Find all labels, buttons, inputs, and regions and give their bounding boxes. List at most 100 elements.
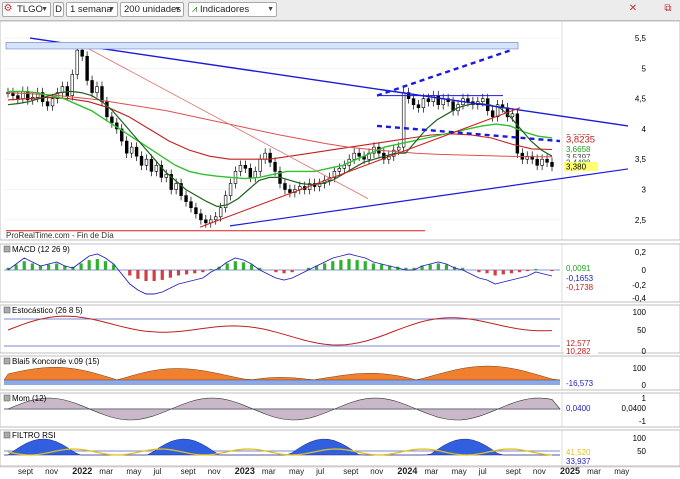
candle-body [510,113,515,118]
x-tick-label: mar [587,467,601,476]
candle-body [134,146,139,157]
x-tick-label: jul [315,467,324,476]
y-tick-label: 4,5 [635,95,647,104]
candle-body [50,98,55,107]
candle-body [243,164,248,169]
candle-body [124,140,129,154]
candle-body [75,49,79,75]
panel-swatch [3,394,11,402]
x-tick-label: 2022 [72,466,92,476]
value-tag: -0,1738 [566,283,594,292]
macd-bar [241,262,246,270]
value-tag: 0,0091 [566,264,591,273]
candle-body [288,189,292,193]
macd-bar [55,263,59,270]
candle-body [45,101,50,107]
macd-bar [30,263,34,270]
x-tick-label: sept [343,467,359,476]
macd-bar [46,264,51,270]
candle-body [100,86,104,102]
x-tick-label: sept [18,467,34,476]
y-tick-label: 100 [633,308,647,317]
candle-body [110,116,114,124]
candle-body [228,183,233,196]
panel-title: Blai5 Koncorde v.09 (15) [12,357,100,366]
x-tick-label: mar [262,467,276,476]
x-tick-label: mar [425,467,439,476]
candle-body [164,174,168,178]
macd-bar [534,268,538,270]
candle-body [129,146,134,154]
candle-body [263,152,267,160]
macd-bar [290,270,294,273]
candle-body [90,80,94,93]
candle-body [70,74,74,96]
macd-bar [363,261,367,270]
y-tick-label: 50 [637,326,646,335]
x-tick-label: nov [45,467,58,476]
x-tick-label: nov [533,467,546,476]
macd-bar [379,264,384,270]
candle-body [189,201,193,209]
candle-body [149,158,154,172]
panel-swatch [3,431,11,439]
candle-body [65,86,70,96]
macd-bar [526,270,530,272]
value-tag: 0,0400 [566,404,591,413]
macd-bar [225,263,229,270]
y-tick-label: 5,5 [635,34,647,43]
y-tick-label: 0 [642,266,647,275]
x-tick-label: nov [208,467,221,476]
macd-bar [501,270,505,275]
macd-bar [128,270,132,276]
x-tick-label: mar [99,467,113,476]
candle-body [466,98,470,102]
macd-bar [428,264,432,270]
macd-bar [176,270,181,276]
macd-bar [79,263,83,270]
macd-bar [477,270,481,273]
macd-bar [282,270,286,274]
macd-bar [193,270,197,274]
panel-title: Mom (12) [12,394,47,403]
y-tick-label: 3,5 [635,155,647,164]
candle-body [540,158,544,166]
y-tick-label: 2,5 [635,216,647,225]
candle-body [204,219,208,224]
x-tick-label: may [126,467,141,476]
x-tick-label: 2025 [560,466,580,476]
x-tick-label: may [614,467,629,476]
y-tick-label: 3 [642,186,647,195]
candle-body [416,104,421,109]
x-tick-label: may [452,467,467,476]
macd-bar [209,268,213,270]
y-tick-label: 0 [642,381,647,390]
value-tag: 41,520 [566,448,591,457]
macd-bar [95,259,99,270]
value-tag: -16,573 [566,379,594,388]
y-tick-label: 0,0400 [622,404,647,413]
candle-body [174,183,178,190]
panel-swatch [3,357,11,365]
candle-body [85,55,89,81]
x-tick-label: jul [478,467,487,476]
macd-bar [87,260,91,270]
y-tick-label: -0,4 [632,294,646,303]
candle-body [80,49,84,57]
y-tick-label: 50 [637,447,646,456]
macd-bar [144,270,148,281]
macd-bar [201,270,205,273]
chart-canvas: 2,533,544,555,53,86853,82353,66583,53973… [0,20,680,476]
candle-body [337,168,342,172]
panel-price [0,20,680,241]
price-tag: 3,8235 [566,135,595,146]
x-tick-label: may [289,467,304,476]
candle-body [273,161,277,172]
macd-bar [339,260,343,270]
y-tick-label: 0 [642,347,647,356]
x-tick-label: 2024 [397,466,417,476]
panel-macd [0,243,680,303]
price-tag: 3,380 [566,163,587,172]
candle-body [421,98,426,109]
y-tick-label: 5 [642,64,647,73]
